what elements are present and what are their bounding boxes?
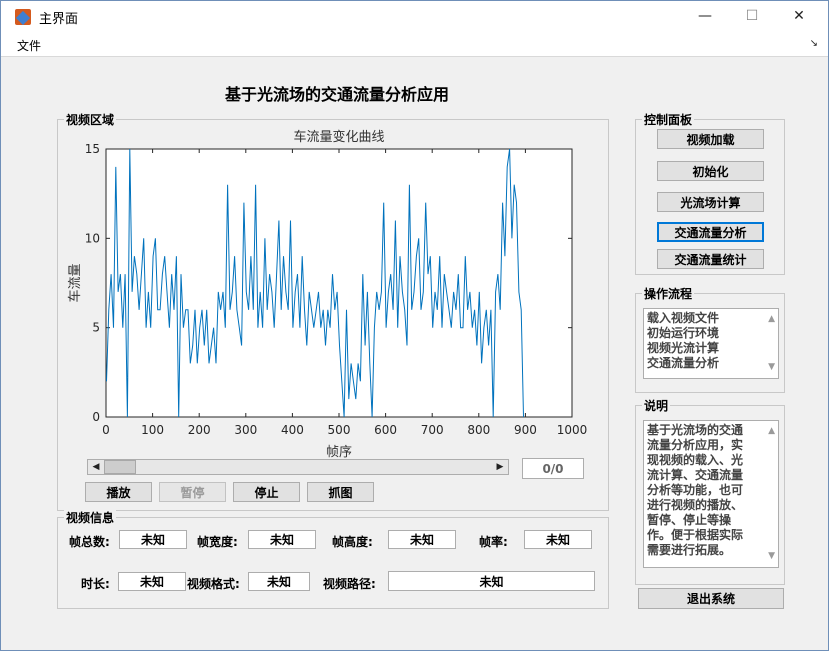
plot-area: [105, 148, 573, 418]
x-tick-label: 800: [467, 423, 490, 437]
main-window: 主界面 — ☐ ✕ 文件 ↘ 基于光流场的交通流量分析应用 视频区域 车流量变化…: [0, 0, 829, 651]
close-button[interactable]: ✕: [776, 1, 822, 31]
x-tick-label: 1000: [557, 423, 588, 437]
frame-width-value: 未知: [248, 530, 316, 549]
frame-rate-label: 帧率:: [479, 535, 508, 549]
load-video-button[interactable]: 视频加载: [657, 129, 764, 149]
frame-height-label: 帧高度:: [332, 535, 373, 549]
x-tick-label: 600: [374, 423, 397, 437]
app-title: 基于光流场的交通流量分析应用: [224, 85, 449, 104]
workflow-item: 初始运行环境: [647, 326, 720, 340]
description-line: 流计算、交通流量: [647, 468, 744, 482]
workflow-label: 操作流程: [642, 285, 695, 302]
window-title: 主界面: [39, 11, 79, 27]
optical-flow-button[interactable]: 光流场计算: [657, 192, 764, 212]
frame-slider[interactable]: ◀ ▶: [87, 459, 509, 475]
play-button[interactable]: 播放: [85, 482, 152, 502]
y-tick-label: 15: [85, 142, 100, 156]
workflow-item: 载入视频文件: [647, 311, 720, 325]
frame-height-value: 未知: [388, 530, 456, 549]
duration-label: 时长:: [81, 577, 110, 591]
total-frames-value: 未知: [119, 530, 187, 549]
x-tick-label: 0: [102, 423, 110, 437]
frame-counter: 0/0: [522, 458, 584, 479]
description-line: 基于光流场的交通: [647, 423, 744, 437]
x-tick-label: 400: [281, 423, 304, 437]
chart-title: 车流量变化曲线: [293, 129, 384, 145]
y-tick-label: 5: [92, 321, 100, 335]
traffic-flow-chart: 车流量变化曲线 帧序 车流量 0 100 200 300 400 500 600 700 800…: [67, 129, 588, 460]
description-text[interactable]: 基于光流场的交通 流量分析应用，实 现视频的载入、光 流计算、交通流量 分析等功…: [643, 420, 779, 568]
slider-right-arrow-icon[interactable]: ▶: [492, 460, 508, 474]
exit-button[interactable]: 退出系统: [638, 588, 784, 609]
total-frames-label: 帧总数:: [69, 535, 110, 549]
video-path-value: 未知: [388, 571, 595, 591]
description-line: 分析等功能，也可: [647, 483, 744, 497]
duration-value: 未知: [118, 572, 186, 591]
minimize-button[interactable]: —: [682, 1, 728, 31]
workflow-scrollbar[interactable]: ▲ ▼: [762, 309, 778, 378]
matlab-icon: [15, 9, 31, 25]
traffic-analysis-button[interactable]: 交通流量分析: [657, 222, 764, 242]
x-tick-label: 100: [141, 423, 164, 437]
scroll-down-icon[interactable]: ▼: [768, 549, 775, 564]
x-tick-label: 500: [328, 423, 351, 437]
description-line: 流量分析应用，实: [647, 438, 744, 452]
x-axis-label: 帧序: [326, 445, 352, 460]
x-tick-label: 700: [421, 423, 444, 437]
title-bar: 主界面 — ☐ ✕: [1, 1, 828, 33]
workflow-item: 视频光流计算: [647, 341, 720, 355]
frame-rate-value: 未知: [524, 530, 592, 549]
y-axis-label: 车流量: [67, 263, 83, 302]
initialize-button[interactable]: 初始化: [657, 161, 764, 181]
x-tick-label: 200: [188, 423, 211, 437]
pause-button[interactable]: 暂停: [159, 482, 226, 502]
x-tick-label: 900: [514, 423, 537, 437]
control-panel-label: 控制面板: [642, 111, 695, 128]
traffic-stats-button[interactable]: 交通流量统计: [657, 249, 764, 269]
y-tick-label: 0: [92, 410, 100, 424]
video-info-label: 视频信息: [64, 509, 117, 526]
slider-thumb[interactable]: [104, 460, 136, 474]
scroll-up-icon[interactable]: ▲: [768, 424, 775, 439]
description-line: 作。便于根据实际: [647, 528, 744, 542]
description-line: 现视频的载入、光: [647, 453, 744, 467]
menu-bar: 文件 ↘: [1, 33, 828, 57]
description-label: 说明: [642, 397, 671, 414]
scroll-up-icon[interactable]: ▲: [768, 312, 775, 327]
description-scrollbar[interactable]: ▲ ▼: [762, 421, 778, 567]
video-format-value: 未知: [248, 572, 310, 591]
video-path-label: 视频路径:: [323, 577, 376, 591]
slider-left-arrow-icon[interactable]: ◀: [88, 460, 104, 474]
frame-width-label: 帧宽度:: [197, 535, 238, 549]
video-format-label: 视频格式:: [187, 577, 240, 591]
description-line: 进行视频的播放、: [647, 498, 744, 512]
toolbar-toggle-icon[interactable]: ↘: [810, 38, 818, 49]
maximize-button[interactable]: ☐: [729, 1, 775, 31]
y-tick-label: 10: [85, 231, 100, 245]
x-tick-label: 300: [234, 423, 257, 437]
description-line: 需要进行拓展。: [647, 543, 732, 557]
workflow-list[interactable]: 载入视频文件 初始运行环境 视频光流计算 交通流量分析 ▲ ▼: [643, 308, 779, 379]
description-line: 暂停、停止等操: [647, 513, 732, 527]
workflow-item: 交通流量分析: [647, 356, 720, 370]
capture-button[interactable]: 抓图: [307, 482, 374, 502]
menu-file[interactable]: 文件: [17, 37, 41, 54]
stop-button[interactable]: 停止: [233, 482, 300, 502]
scroll-down-icon[interactable]: ▼: [768, 360, 775, 375]
